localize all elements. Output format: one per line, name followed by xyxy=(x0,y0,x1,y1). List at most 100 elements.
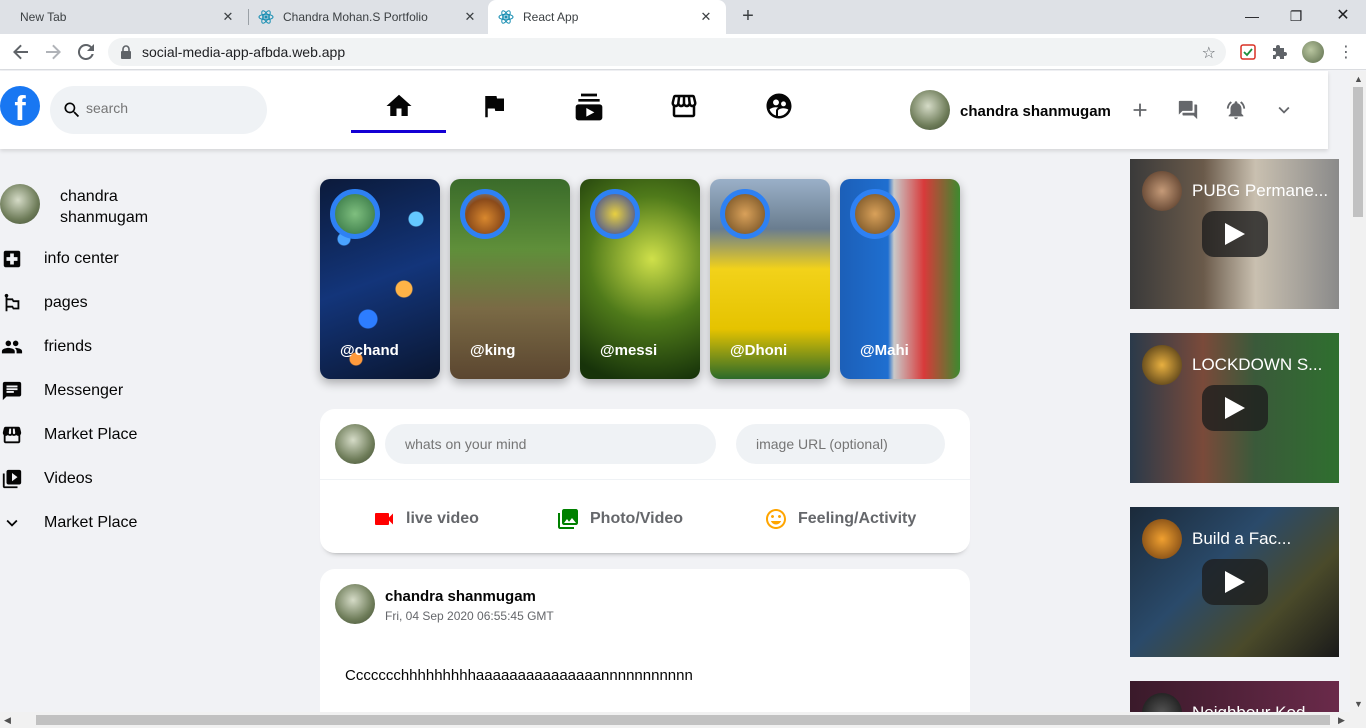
reload-icon[interactable] xyxy=(76,42,96,62)
local-hospital-icon xyxy=(0,247,24,271)
play-icon[interactable] xyxy=(1202,559,1268,605)
browser-menu-icon[interactable]: ⋮ xyxy=(1336,42,1356,62)
play-icon[interactable] xyxy=(1202,385,1268,431)
forum-icon[interactable] xyxy=(1177,99,1199,121)
video-title: PUBG Permane... xyxy=(1192,181,1329,200)
subscriptions-icon xyxy=(573,91,605,133)
expand-more-icon[interactable] xyxy=(1273,99,1295,121)
story-avatar xyxy=(720,189,770,239)
extension-shield-icon[interactable] xyxy=(1238,42,1258,62)
restore-icon[interactable]: ❐ xyxy=(1286,6,1306,26)
video-embed[interactable]: Build a Fac... xyxy=(1130,507,1339,657)
composer-avatar xyxy=(335,424,375,464)
sidebar-user-avatar[interactable] xyxy=(0,184,40,224)
message-input[interactable] xyxy=(385,424,716,464)
sidebar-user-name[interactable]: chandra shanmugam xyxy=(60,186,180,228)
forward-arrow-icon[interactable] xyxy=(43,42,63,62)
sidebar-item-friends[interactable]: friends xyxy=(0,335,92,359)
photo-video-button[interactable]: Photo/Video xyxy=(556,507,683,531)
header-avatar[interactable] xyxy=(910,90,950,130)
nav-groups[interactable] xyxy=(731,91,826,133)
video-title: Neighbour Kod... xyxy=(1192,703,1332,712)
feeling-activity-button[interactable]: Feeling/Activity xyxy=(764,507,916,531)
nav-home[interactable] xyxy=(351,91,446,133)
sidebar-item-market-place[interactable]: Market Place xyxy=(0,423,137,447)
sidebar-item-label: Videos xyxy=(44,470,93,487)
vertical-scrollbar[interactable]: ▲ ▼ xyxy=(1350,71,1366,712)
sidebar-item-messenger[interactable]: Messenger xyxy=(0,379,123,403)
address-bar[interactable]: social-media-app-afbda.web.app ☆ xyxy=(108,38,1226,66)
scroll-left-arrow-icon[interactable]: ◀ xyxy=(4,715,11,726)
channel-avatar xyxy=(1142,693,1182,712)
browser-tab-portfolio[interactable]: Chandra Mohan.S Portfolio ✕ xyxy=(250,0,486,34)
scroll-up-arrow-icon[interactable]: ▲ xyxy=(1354,74,1363,84)
post-avatar[interactable] xyxy=(335,584,375,624)
nav-marketplace[interactable] xyxy=(636,91,731,133)
close-icon[interactable]: ✕ xyxy=(698,9,714,25)
window-close-icon[interactable]: ✕ xyxy=(1333,6,1353,26)
sidebar-item-label: friends xyxy=(44,338,93,355)
live-video-button[interactable]: live video xyxy=(372,507,479,531)
story-avatar xyxy=(850,189,900,239)
scroll-right-arrow-icon[interactable]: ▶ xyxy=(1338,715,1345,726)
extensions-puzzle-icon[interactable] xyxy=(1270,42,1290,62)
sidebar-item-videos[interactable]: Videos xyxy=(0,467,93,491)
storefront-icon xyxy=(0,423,24,447)
nav-watch[interactable] xyxy=(541,91,636,133)
video-embed[interactable]: Neighbour Kod... xyxy=(1130,681,1339,712)
sidebar-item-label: Market Place xyxy=(44,426,138,443)
lock-icon xyxy=(120,45,132,64)
post-composer: live video Photo/Video Feeling/Activity xyxy=(320,409,970,553)
add-icon[interactable] xyxy=(1129,99,1151,121)
sidebar-item-pages[interactable]: pages xyxy=(0,291,88,315)
header-user-name: chandra shanmugam xyxy=(960,103,1111,120)
play-icon[interactable] xyxy=(1202,211,1268,257)
browser-profile-avatar[interactable] xyxy=(1302,41,1324,63)
story-label: @chand xyxy=(340,342,399,359)
bookmark-star-icon[interactable]: ☆ xyxy=(1202,43,1216,63)
story-card[interactable]: @messi xyxy=(580,179,700,379)
browser-tab-new-tab[interactable]: New Tab ✕ xyxy=(8,0,248,34)
scrollbar-thumb[interactable] xyxy=(1353,87,1363,217)
channel-avatar xyxy=(1142,345,1182,385)
story-label: @messi xyxy=(600,342,658,359)
sidebar-item-market-place-more[interactable]: Market Place xyxy=(0,511,137,535)
browser-tab-react-app[interactable]: React App ✕ xyxy=(488,0,726,34)
sidebar-item-info-center[interactable]: info center xyxy=(0,247,119,271)
sidebar-item-label: info center xyxy=(44,250,119,267)
minimize-icon[interactable]: — xyxy=(1242,6,1262,26)
react-icon xyxy=(258,9,274,25)
notifications-active-icon[interactable] xyxy=(1225,99,1247,121)
video-embed[interactable]: PUBG Permane... xyxy=(1130,159,1339,309)
story-card[interactable]: @chand xyxy=(320,179,440,379)
story-avatar xyxy=(590,189,640,239)
facebook-logo[interactable]: f xyxy=(0,86,40,126)
horizontal-scrollbar[interactable]: ◀ ▶ xyxy=(0,712,1366,728)
live-video-label: live video xyxy=(406,510,479,527)
tab-title: React App xyxy=(523,10,579,24)
close-icon[interactable]: ✕ xyxy=(220,9,236,25)
story-card[interactable]: @Mahi xyxy=(840,179,960,379)
scrollbar-thumb[interactable] xyxy=(36,715,1330,725)
scroll-down-arrow-icon[interactable]: ▼ xyxy=(1354,699,1363,709)
browser-tab-bar: New Tab ✕ Chandra Mohan.S Portfolio ✕ Re… xyxy=(0,0,1366,34)
search-box[interactable] xyxy=(50,86,267,134)
post-user-name[interactable]: chandra shanmugam xyxy=(385,588,536,605)
close-icon[interactable]: ✕ xyxy=(462,9,478,25)
image-url-input[interactable] xyxy=(736,424,945,464)
composer-divider xyxy=(320,479,970,480)
story-card[interactable]: @Dhoni xyxy=(710,179,830,379)
url-text: social-media-app-afbda.web.app xyxy=(142,44,346,60)
search-input[interactable] xyxy=(86,100,246,116)
nav-pages[interactable] xyxy=(446,91,541,133)
browser-toolbar: social-media-app-afbda.web.app ☆ ⋮ xyxy=(0,34,1366,70)
story-avatar xyxy=(460,189,510,239)
story-label: @Dhoni xyxy=(730,342,788,359)
story-card[interactable]: @king xyxy=(450,179,570,379)
insert-emoticon-icon xyxy=(764,507,788,531)
tab-separator xyxy=(248,9,249,25)
new-tab-plus-icon[interactable]: + xyxy=(738,6,758,27)
video-embed[interactable]: LOCKDOWN S... xyxy=(1130,333,1339,483)
tab-title: Chandra Mohan.S Portfolio xyxy=(283,10,428,24)
back-arrow-icon[interactable] xyxy=(11,42,31,62)
